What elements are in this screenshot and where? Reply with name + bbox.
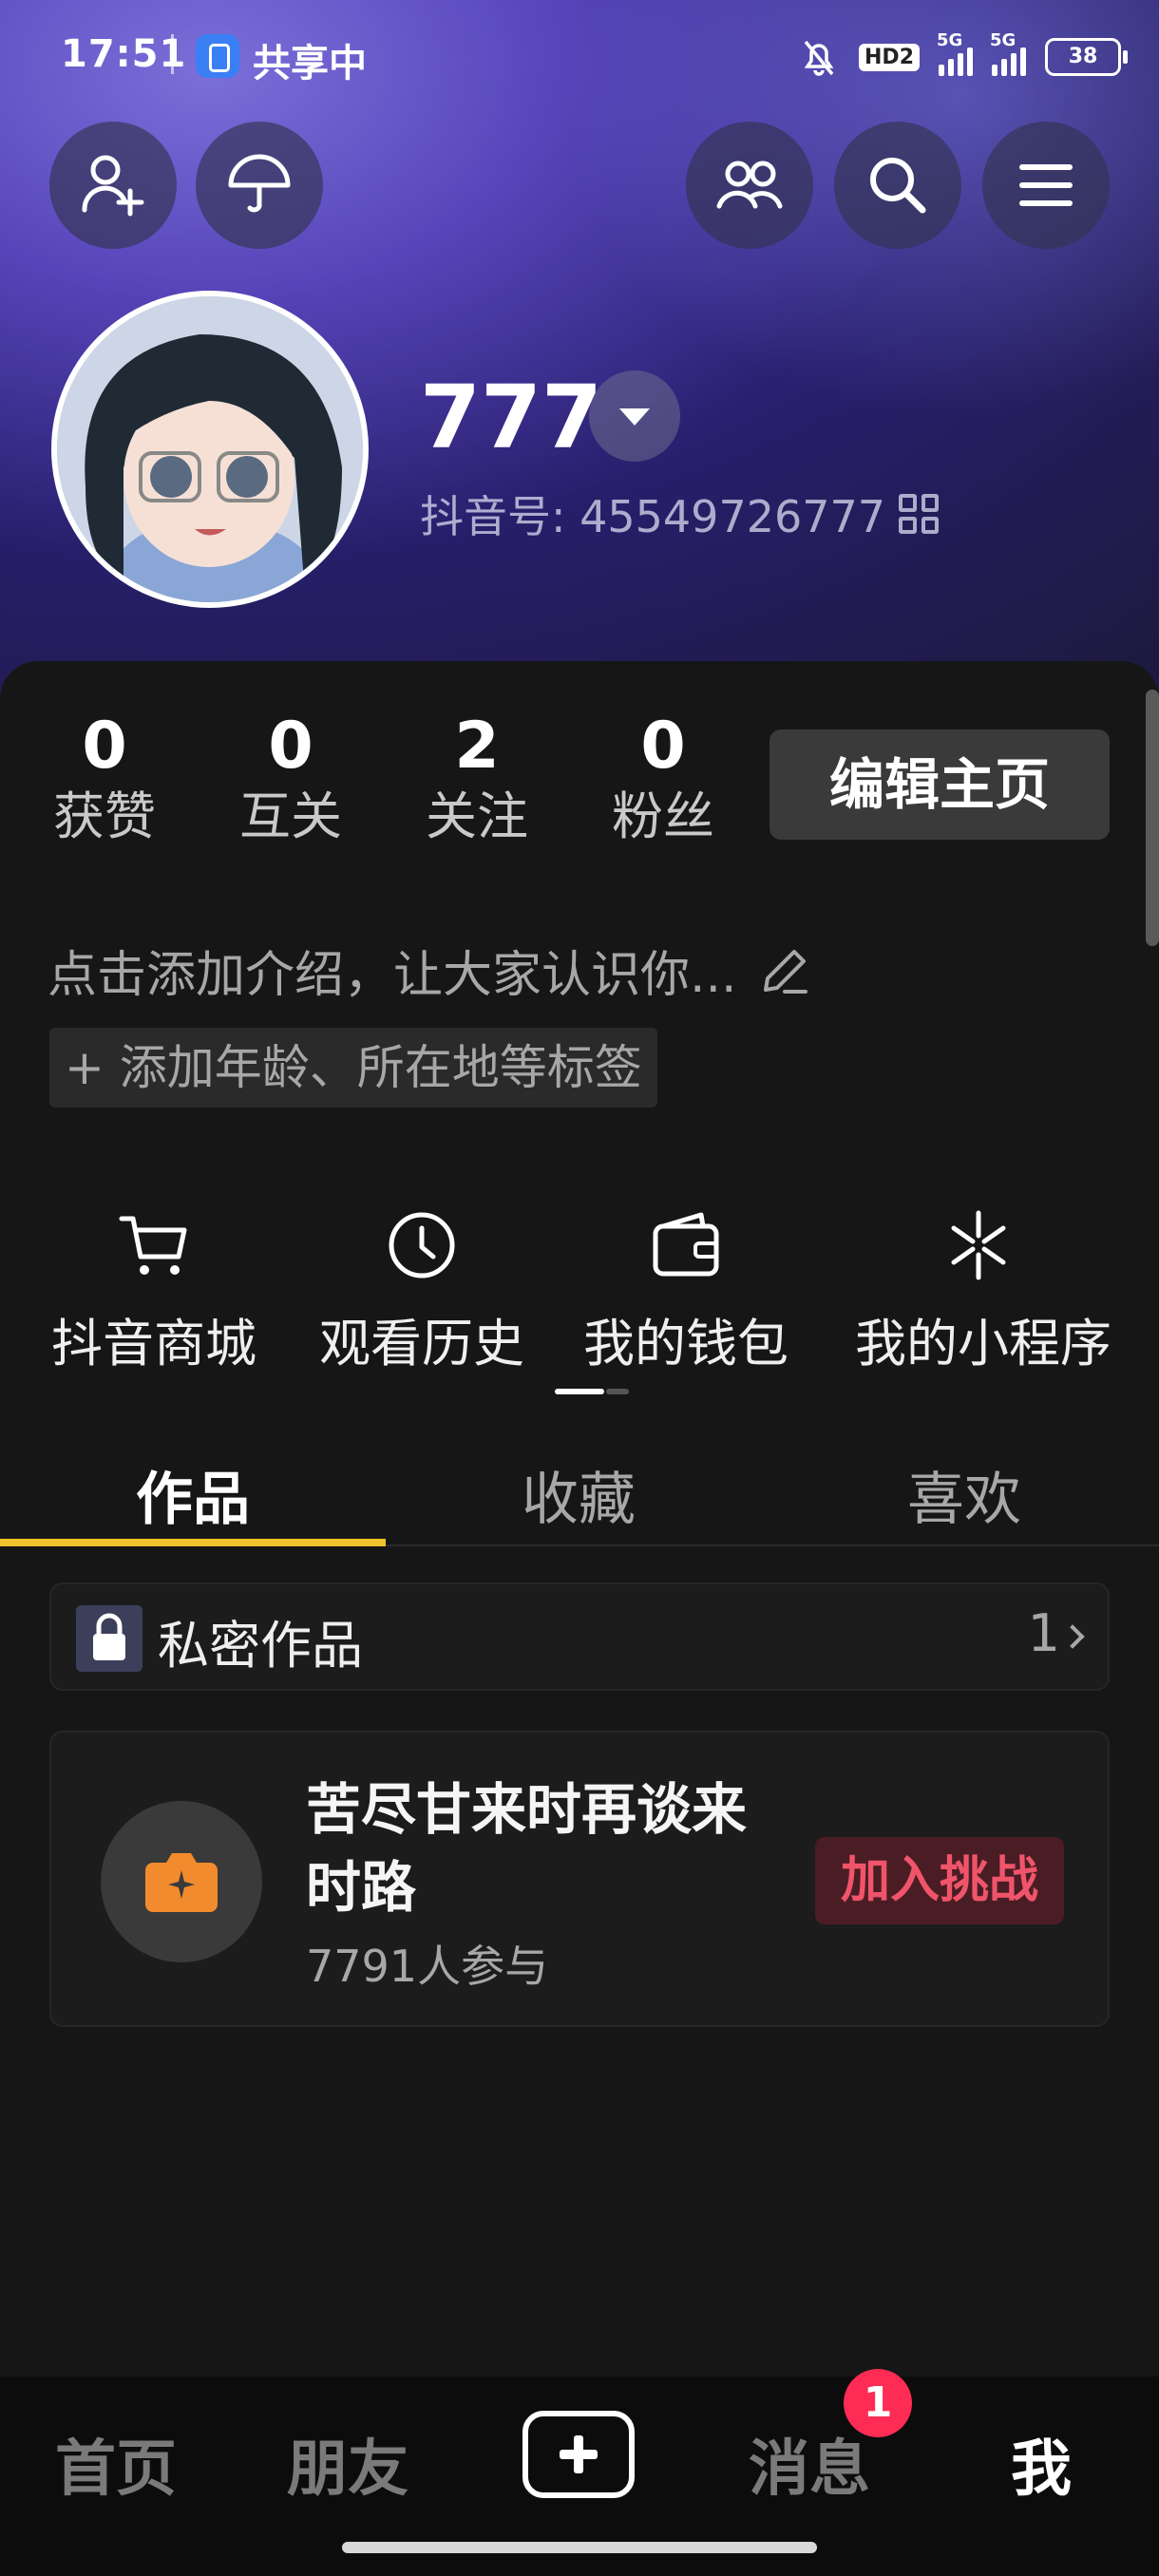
tools-row: 抖音商城 观看历史 我的钱包 我的小程序 — [0, 1203, 1159, 1394]
stat-number: 0 — [268, 709, 314, 784]
challenge-participants: 7791人参与 — [306, 1941, 549, 1992]
search-icon — [870, 158, 926, 214]
stat-label: 关注 — [426, 786, 528, 846]
bottom-nav: 首页 朋友 消息 1 我 — [0, 2369, 1159, 2576]
stat-label: 粉丝 — [612, 786, 714, 846]
username: 777 — [420, 367, 603, 468]
avatar[interactable] — [51, 291, 369, 608]
tool-mini-programs[interactable]: 我的小程序 — [855, 1203, 1112, 1376]
add-user-icon — [82, 155, 144, 217]
stat-number: 0 — [640, 709, 686, 784]
tool-wallet[interactable]: 我的钱包 — [562, 1203, 809, 1376]
stat-label: 互关 — [239, 786, 342, 846]
nav-friends[interactable]: 朋友 — [243, 2420, 452, 2508]
tab-likes[interactable]: 喜欢 — [771, 1438, 1157, 1562]
umbrella-button[interactable] — [196, 122, 323, 249]
signal-icon: 5G — [937, 30, 973, 76]
create-post-button[interactable] — [522, 2411, 635, 2498]
bio[interactable]: 点击添加介绍，让大家认识你... — [48, 935, 813, 1006]
clock-icon — [379, 1203, 465, 1288]
private-works-label: 私密作品 — [158, 1616, 363, 1676]
douyin-id[interactable]: 抖音号: 45549726777 — [420, 483, 940, 545]
tools-page-indicator — [555, 1389, 629, 1394]
challenge-title: 苦尽甘来时再谈来时路 — [306, 1777, 748, 1920]
tool-mall[interactable]: 抖音商城 — [30, 1203, 277, 1376]
wallet-icon — [643, 1203, 729, 1288]
status-icons: HD2 5G 5G 38 — [798, 28, 1128, 85]
profile-panel: 0 获赞 0 互关 2 关注 0 粉丝 编辑主页 点击添加介绍，让大家认识你..… — [0, 661, 1159, 2576]
douyin-id-text: 抖音号: 45549726777 — [420, 491, 886, 542]
add-tags-button[interactable]: + 添加年龄、所在地等标签 — [49, 1028, 657, 1108]
anime-avatar-image — [57, 296, 363, 602]
cart-icon — [111, 1203, 197, 1288]
camera-plus-icon — [145, 1853, 218, 1912]
stat-likes[interactable]: 0 获赞 — [19, 710, 190, 851]
add-friend-button[interactable] — [49, 122, 177, 249]
scrollbar[interactable] — [1146, 690, 1159, 946]
signal-icon-2: 5G — [990, 30, 1026, 76]
challenge-icon-circle — [101, 1801, 262, 1962]
active-tab-indicator — [0, 1539, 386, 1546]
group-icon — [716, 161, 783, 209]
tool-label: 抖音商城 — [51, 1314, 256, 1373]
sparkle-icon — [936, 1203, 1021, 1288]
status-time: 17:51 — [61, 32, 187, 76]
tool-label: 观看历史 — [319, 1314, 524, 1373]
stat-followers[interactable]: 0 粉丝 — [578, 710, 749, 851]
private-works-row[interactable]: 私密作品 1 — [49, 1582, 1110, 1691]
battery-icon: 38 — [1045, 38, 1128, 76]
content-tabs: 作品 收藏 喜欢 — [0, 1438, 1159, 1546]
stat-number: 0 — [82, 709, 127, 784]
tool-label: 我的小程序 — [855, 1314, 1112, 1373]
private-works-thumbnail — [76, 1605, 142, 1672]
home-indicator[interactable] — [342, 2542, 817, 2553]
join-challenge-button[interactable]: 加入挑战 — [815, 1837, 1064, 1924]
umbrella-icon — [228, 154, 291, 213]
bio-placeholder: 点击添加介绍，让大家认识你... — [48, 947, 737, 1004]
menu-icon — [1019, 164, 1073, 206]
screen-share-icon — [196, 34, 239, 78]
stat-following[interactable]: 2 关注 — [391, 710, 562, 851]
share-status: 共享中 — [253, 42, 367, 85]
hd-voice-icon: HD2 — [859, 43, 920, 71]
mute-bell-icon — [804, 40, 834, 76]
status-divider — [171, 34, 174, 74]
stat-number: 2 — [454, 709, 500, 784]
stat-mutual[interactable]: 0 互关 — [205, 710, 376, 851]
challenge-card[interactable]: 苦尽甘来时再谈来时路 7791人参与 加入挑战 — [49, 1731, 1110, 2027]
private-works-count: 1 — [1027, 1603, 1060, 1663]
chevron-right-icon — [1060, 1624, 1085, 1649]
tool-label: 我的钱包 — [583, 1314, 788, 1373]
friends-group-button[interactable] — [686, 122, 813, 249]
qr-code-icon[interactable] — [899, 494, 940, 534]
account-switch-dropdown[interactable] — [589, 370, 680, 462]
stat-label: 获赞 — [53, 786, 156, 846]
search-button[interactable] — [834, 122, 961, 249]
edit-profile-button[interactable]: 编辑主页 — [770, 729, 1110, 840]
menu-button[interactable] — [982, 122, 1110, 249]
messages-badge: 1 — [844, 2369, 912, 2437]
nav-me[interactable]: 我 — [937, 2420, 1146, 2508]
nav-home[interactable]: 首页 — [11, 2420, 220, 2508]
status-bar: 17:51 共享中 HD2 5G 5G 38 — [0, 0, 1159, 112]
tab-favorites[interactable]: 收藏 — [386, 1438, 771, 1562]
edit-pencil-icon — [763, 949, 808, 994]
tool-history[interactable]: 观看历史 — [298, 1203, 545, 1376]
